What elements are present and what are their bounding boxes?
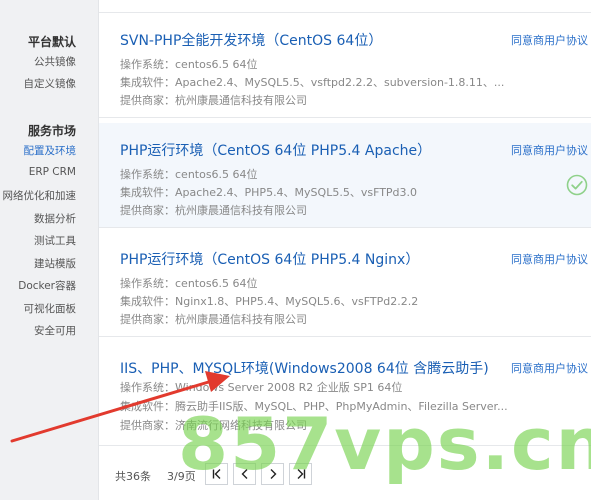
sidebar-group-title-platform: 平台默认 — [27, 35, 76, 49]
image-card-vendor: 提供商家：杭州康晨通信科技有限公司 — [120, 313, 307, 326]
pagination-total: 共36条 — [115, 470, 151, 483]
sidebar-item-docker[interactable]: Docker容器 — [18, 278, 76, 293]
image-card-os: 操作系统：centos6.5 64位 — [120, 277, 258, 290]
sidebar: 平台默认 公共镜像 自定义镜像 服务市场 配置及环境 ERP CRM 网络优化和… — [0, 0, 99, 500]
image-card-title[interactable]: IIS、PHP、MYSQL环境(Windows2008 64位 含腾云助手) — [120, 358, 489, 378]
sidebar-item-network-accel[interactable]: 网络优化和加速 — [3, 188, 77, 203]
sidebar-item-site-templates[interactable]: 建站模版 — [34, 256, 76, 271]
image-card-software: 集成软件：Apache2.4、MySQL5.5、vsftpd2.2.2、subv… — [120, 76, 505, 89]
image-card[interactable]: SVN-PHP全能开发环境（CentOS 64位） 同意商用户协议 操作系统：c… — [99, 13, 591, 118]
image-card[interactable]: PHP运行环境（CentOS 64位 PHP5.4 Nginx） 同意商用户协议… — [99, 232, 591, 337]
sidebar-item-visual-panel[interactable]: 可视化面板 — [24, 301, 77, 316]
agree-protocol-link[interactable]: 同意商用户协议 — [511, 32, 588, 48]
watermark-logo: 857vps.cn — [178, 402, 591, 486]
agree-protocol-link[interactable]: 同意商用户协议 — [511, 251, 588, 267]
image-card-title[interactable]: SVN-PHP全能开发环境（CentOS 64位） — [120, 30, 382, 50]
sidebar-item-custom-image[interactable]: 自定义镜像 — [24, 76, 77, 91]
sidebar-item-test-tools[interactable]: 测试工具 — [34, 233, 76, 248]
image-card-software: 集成软件：Nginx1.8、PHP5.4、MySQL5.6、vsFTPd2.2.… — [120, 295, 419, 308]
image-card-software: 集成软件：Apache2.4、PHP5.4、MySQL5.5、vsFTPd3.0 — [120, 186, 418, 199]
image-card-title[interactable]: PHP运行环境（CentOS 64位 PHP5.4 Apache） — [120, 140, 431, 160]
image-card-vendor: 提供商家：杭州康晨通信科技有限公司 — [120, 94, 307, 107]
image-card-selected[interactable]: PHP运行环境（CentOS 64位 PHP5.4 Apache） 同意商用户协… — [99, 123, 591, 228]
sidebar-item-security[interactable]: 安全可用 — [34, 323, 76, 338]
sidebar-group-title-market: 服务市场 — [27, 124, 76, 138]
agree-protocol-link[interactable]: 同意商用户协议 — [511, 360, 588, 376]
sidebar-item-public-image[interactable]: 公共镜像 — [34, 54, 76, 69]
image-card-os: 操作系统：centos6.5 64位 — [120, 168, 258, 181]
image-card-os: 操作系统：Windows Server 2008 R2 企业版 SP1 64位 — [120, 381, 403, 394]
sidebar-item-erp-crm[interactable]: ERP CRM — [29, 166, 76, 178]
agree-protocol-link[interactable]: 同意商用户协议 — [511, 142, 588, 158]
image-card-vendor: 提供商家：杭州康晨通信科技有限公司 — [120, 204, 307, 217]
sidebar-item-config-env[interactable]: 配置及环境 — [24, 143, 77, 158]
check-circle-icon — [566, 174, 588, 196]
sidebar-item-data-analysis[interactable]: 数据分析 — [34, 211, 76, 226]
image-card-os: 操作系统：centos6.5 64位 — [120, 58, 258, 71]
image-card-title[interactable]: PHP运行环境（CentOS 64位 PHP5.4 Nginx） — [120, 249, 419, 269]
